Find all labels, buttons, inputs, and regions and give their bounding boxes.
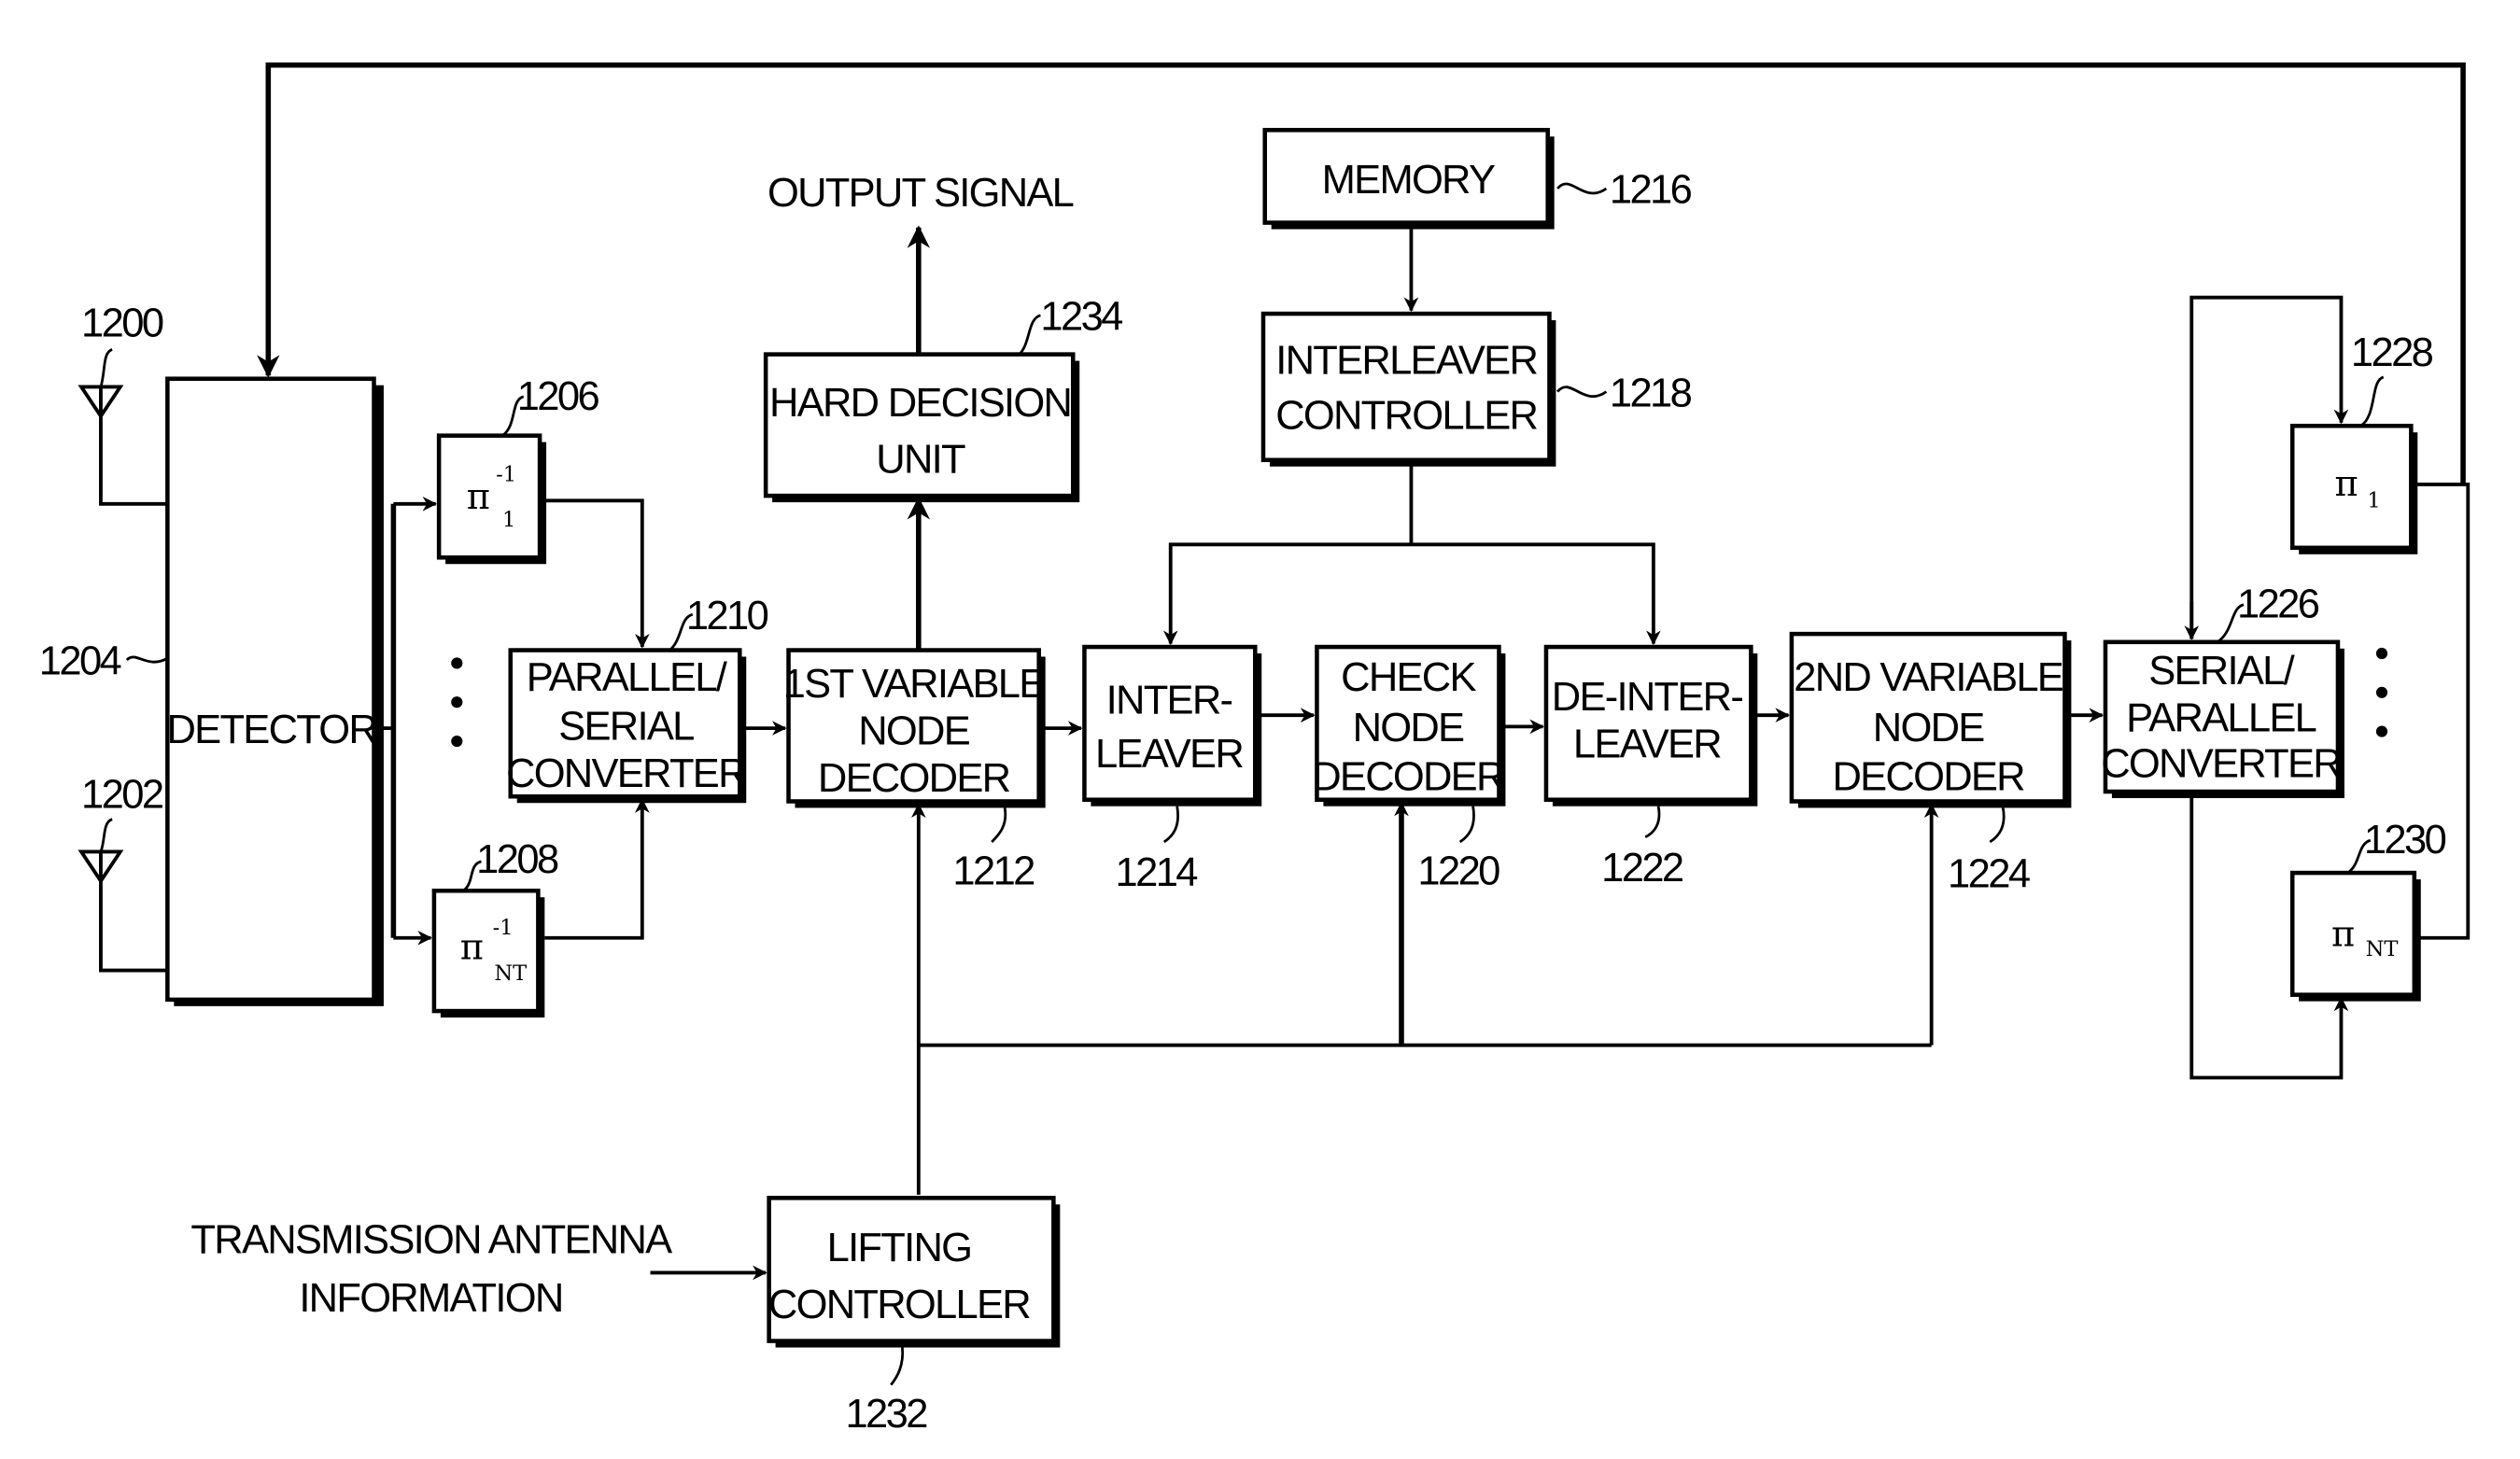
block-label: DECODER: [818, 756, 1010, 801]
de-interleaver-block: DE-INTER- LEAVER 1222: [1543, 644, 1758, 891]
ref-1204: 1204: [39, 639, 121, 684]
block-label: SERIAL/: [2148, 649, 2295, 694]
block-label: CONTROLLER: [768, 1283, 1030, 1327]
ref-1214: 1214: [1116, 850, 1198, 895]
deintnt-to-ps-wire: [544, 798, 650, 940]
memory-block: MEMORY 1216: [1262, 128, 1694, 230]
antenna-1200: 1200: [77, 301, 165, 420]
deinterleaver-pi1-inv-block: π -1 1 1206: [436, 374, 601, 565]
detector-block: DETECTOR 1204: [39, 376, 384, 1006]
antenna1-wire: [99, 414, 168, 506]
subscript: NT: [494, 961, 527, 986]
block-label: NODE: [1873, 706, 1984, 751]
block-label: HARD DECISION: [769, 381, 1071, 426]
antenna-icon: [77, 385, 124, 420]
superscript: -1: [493, 916, 514, 940]
block-label: CONTROLLER: [1275, 394, 1537, 439]
block-label: LIFTING: [827, 1226, 972, 1270]
feedback-wire-nt: [2411, 482, 2471, 940]
ic-to-deinter-wire: [1411, 542, 1661, 646]
interleaver-pi1-block: π 1 1228: [2289, 330, 2435, 554]
ref-1216: 1216: [1610, 168, 1692, 213]
block-label: CONVERTER: [506, 751, 746, 796]
block-label: INTER-: [1106, 678, 1232, 722]
ref-1222: 1222: [1601, 846, 1683, 891]
block-label: DECODER: [1312, 754, 1504, 799]
ref-1210: 1210: [686, 594, 768, 638]
ref-1208: 1208: [476, 837, 558, 882]
interleaver-controller-block: INTERLEAVER CONTROLLER 1218: [1260, 311, 1694, 467]
block-label: LEAVER: [1573, 722, 1721, 766]
check-node-decoder-block: CHECK NODE DECODER 1220: [1312, 644, 1506, 893]
subscript: NT: [2366, 937, 2399, 961]
tx-antenna-info-label: INFORMATION: [299, 1276, 562, 1321]
pi-symbol: π: [2334, 463, 2358, 505]
antenna-1202: 1202: [77, 772, 165, 885]
ref-1224: 1224: [1948, 852, 2030, 897]
ref-1218: 1218: [1610, 371, 1692, 415]
ellipsis-right: [2375, 647, 2388, 737]
block-label: DE-INTER-: [1552, 675, 1743, 720]
ref-1226: 1226: [2237, 582, 2319, 627]
ellipsis-left: [451, 657, 463, 748]
hard-decision-unit-block: HARD DECISION UNIT 1234: [763, 294, 1125, 503]
detector-label: DETECTOR: [166, 708, 376, 752]
superscript: -1: [496, 462, 516, 486]
block-label: NODE: [858, 709, 969, 754]
subscript: 1: [2367, 488, 2380, 512]
block-label: PARALLEL/: [527, 655, 728, 700]
block-label: 2ND VARIABLE: [1794, 655, 2063, 700]
lifting-controller-block: LIFTING CONTROLLER 1232: [767, 1196, 1061, 1437]
ref-1212: 1212: [952, 849, 1035, 893]
block-label: LEAVER: [1095, 732, 1243, 777]
ref-1228: 1228: [2351, 330, 2433, 375]
block-label: DECODER: [1832, 754, 2024, 799]
ref-1220: 1220: [1417, 849, 1499, 893]
deinterleaver-pint-inv-block: π -1 NT 1208: [431, 837, 561, 1018]
antenna-icon: [77, 849, 124, 885]
deint1-to-ps-wire: [544, 498, 650, 649]
block-label: INTERLEAVER: [1275, 339, 1537, 384]
ref-1230: 1230: [2364, 818, 2446, 863]
block-label: PARALLEL: [2126, 696, 2316, 741]
interleaver-block: INTER- LEAVER 1214: [1082, 644, 1262, 895]
parallel-serial-converter-block: PARALLEL/ SERIAL CONVERTER 1210: [506, 594, 770, 804]
first-variable-node-decoder-block: 1ST VARIABLE NODE DECODER 1212: [783, 648, 1047, 893]
ref-1234: 1234: [1040, 294, 1122, 339]
block-label: UNIT: [876, 438, 965, 483]
block-label: MEMORY: [1322, 158, 1496, 203]
block-label: SERIAL: [558, 704, 694, 749]
pi-symbol: π: [467, 476, 490, 518]
subscript: 1: [502, 508, 515, 532]
ref-1206: 1206: [517, 374, 599, 419]
pi-symbol: π: [460, 926, 484, 968]
ref-1200: 1200: [81, 301, 163, 345]
ref-1232: 1232: [845, 1392, 927, 1437]
antenna2-wire: [99, 877, 168, 973]
block-diagram: 1200 1202 DETECTOR 1204 π -1 1 1206 π -1…: [39, 62, 2471, 1437]
ic-to-inter-wire: [1162, 542, 1412, 646]
pi-symbol: π: [2331, 913, 2355, 955]
interleaver-pint-block: π NT 1230: [2289, 818, 2448, 1002]
block-label: CHECK: [1341, 655, 1476, 700]
tx-antenna-info-label: TRANSMISSION ANTENNA: [190, 1218, 672, 1263]
ref-1202: 1202: [81, 772, 163, 817]
output-signal-label: OUTPUT SIGNAL: [767, 171, 1074, 216]
serial-parallel-converter-block: SERIAL/ PARALLEL CONVERTER 1226: [2101, 582, 2344, 798]
block-label: NODE: [1353, 706, 1464, 751]
block-label: CONVERTER: [2101, 741, 2341, 786]
block-label: 1ST VARIABLE: [783, 662, 1046, 707]
